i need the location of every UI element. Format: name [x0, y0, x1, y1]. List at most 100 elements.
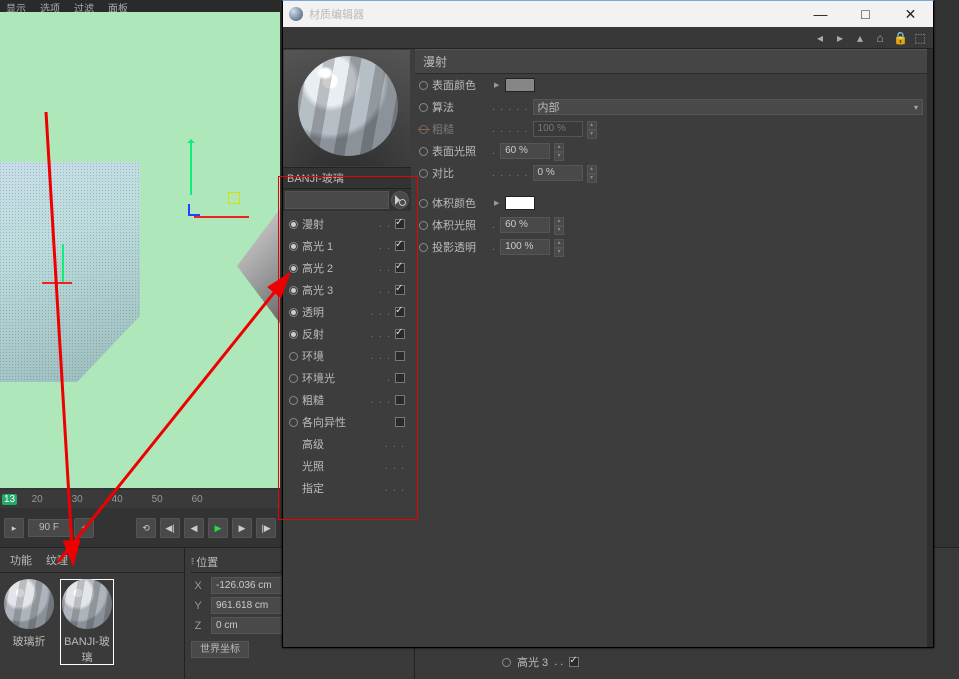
material-thumb[interactable]: BANJI-玻璃	[60, 579, 114, 665]
cube-icon[interactable]: ⬚	[913, 31, 927, 45]
checkbox[interactable]	[395, 329, 405, 339]
tag-search-input[interactable]	[285, 191, 389, 209]
mesh-object-part[interactable]	[237, 206, 280, 326]
tab-texture[interactable]: 纹理	[46, 552, 68, 568]
current-frame-marker[interactable]: 13	[2, 494, 17, 505]
nav-up-icon[interactable]: ▴	[853, 31, 867, 45]
spinner[interactable]: ▴▾	[587, 165, 597, 181]
spinner[interactable]: ▴▾	[554, 217, 564, 233]
radio-icon[interactable]	[419, 199, 428, 208]
checkbox[interactable]	[395, 417, 405, 427]
radio-icon[interactable]	[419, 81, 428, 90]
viewport[interactable]	[0, 12, 280, 488]
prev-frame-button[interactable]: ◀|	[160, 518, 180, 538]
menu-item[interactable]: 选项	[40, 0, 60, 12]
radio-icon[interactable]	[289, 264, 298, 273]
trailing-channel-row[interactable]: 高光 3 . .	[502, 654, 579, 670]
checkbox[interactable]	[395, 307, 405, 317]
radio-icon[interactable]	[419, 169, 428, 178]
next-frame-button[interactable]: |▶	[256, 518, 276, 538]
radio-icon[interactable]	[419, 147, 428, 156]
radio-icon[interactable]	[289, 220, 298, 229]
axis-x-icon[interactable]	[194, 216, 249, 218]
value-field[interactable]: 60 %	[500, 217, 550, 233]
spinner[interactable]: ▴▾	[554, 143, 564, 159]
arrow-right-icon[interactable]: ▶	[492, 81, 501, 89]
timeline-ruler[interactable]: 13 20 30 40 50 60	[0, 490, 280, 508]
color-swatch[interactable]	[505, 196, 535, 210]
editor-right-column: 漫射 表面颜色 ▶ 算法 . . . . . 内部 粗糙 . . . . . 1…	[411, 49, 927, 641]
material-name-field[interactable]: BANJI-玻璃	[283, 167, 411, 189]
window-titlebar[interactable]: 材质编辑器 — □ ✕	[283, 1, 933, 27]
play-button[interactable]: ▶	[208, 518, 228, 538]
channel-env[interactable]: 环境. . .	[283, 345, 411, 367]
channel-aniso[interactable]: 各向异性	[283, 411, 411, 433]
rewind-button[interactable]: ⟲	[136, 518, 156, 538]
algorithm-dropdown[interactable]: 内部	[533, 99, 923, 115]
axis-z-icon[interactable]	[188, 204, 200, 216]
radio-icon[interactable]	[502, 658, 511, 667]
channel-envlight[interactable]: 环境光.	[283, 367, 411, 389]
radio-icon[interactable]	[289, 286, 298, 295]
axis-y-icon[interactable]	[190, 140, 192, 195]
channel-spec1[interactable]: 高光 1. .	[283, 235, 411, 257]
radio-icon[interactable]	[289, 352, 298, 361]
arrow-right-icon[interactable]: ▶	[492, 199, 501, 207]
tab-function[interactable]: 功能	[10, 552, 32, 568]
radio-icon[interactable]	[289, 396, 298, 405]
channel-trans[interactable]: 透明. . .	[283, 301, 411, 323]
channel-adv[interactable]: 高级. . .	[283, 433, 411, 455]
checkbox[interactable]	[395, 351, 405, 361]
maximize-button[interactable]: □	[843, 1, 888, 27]
next-key-button[interactable]: +	[74, 518, 94, 538]
material-preview[interactable]	[284, 50, 410, 166]
checkbox[interactable]	[395, 263, 405, 273]
goto-start-button[interactable]: ▸	[4, 518, 24, 538]
picker-icon[interactable]	[391, 191, 409, 209]
end-frame-field[interactable]: 90 F	[28, 519, 70, 537]
channel-illum[interactable]: 光照. . .	[283, 455, 411, 477]
menu-item[interactable]: 过滤	[74, 0, 94, 12]
lock-icon[interactable]: 🔒	[893, 31, 907, 45]
checkbox[interactable]	[395, 285, 405, 295]
nav-fwd-icon[interactable]: ▸	[833, 31, 847, 45]
radio-icon[interactable]	[289, 242, 298, 251]
checkbox[interactable]	[395, 219, 405, 229]
radio-icon[interactable]	[419, 103, 428, 112]
nav-back-icon[interactable]: ◂	[813, 31, 827, 45]
plane-handle-icon[interactable]	[228, 192, 240, 204]
channel-refl[interactable]: 反射. . .	[283, 323, 411, 345]
material-thumb[interactable]: 玻璃折	[2, 579, 56, 665]
step-back-button[interactable]: ◀	[184, 518, 204, 538]
value-field[interactable]: 60 %	[500, 143, 550, 159]
value-field[interactable]: 0 %	[533, 165, 583, 181]
channel-diffuse[interactable]: 漫射. .	[283, 213, 411, 235]
step-fwd-button[interactable]: ▶	[232, 518, 252, 538]
channel-rough[interactable]: 粗糙. . .	[283, 389, 411, 411]
channel-assign[interactable]: 指定. . .	[283, 477, 411, 499]
checkbox[interactable]	[569, 657, 579, 667]
spinner[interactable]: ▴▾	[554, 239, 564, 255]
mesh-object[interactable]	[0, 162, 140, 382]
scrollbar[interactable]	[927, 49, 933, 647]
color-swatch[interactable]	[505, 78, 535, 92]
radio-icon[interactable]	[289, 330, 298, 339]
checkbox[interactable]	[395, 373, 405, 383]
radio-icon[interactable]	[289, 308, 298, 317]
close-button[interactable]: ✕	[888, 1, 933, 27]
home-icon[interactable]: ⌂	[873, 31, 887, 45]
radio-icon[interactable]	[419, 221, 428, 230]
radio-icon[interactable]	[289, 418, 298, 427]
checkbox[interactable]	[395, 395, 405, 405]
grip-icon: ፧፧	[191, 556, 192, 569]
channel-spec2[interactable]: 高光 2. .	[283, 257, 411, 279]
value-field[interactable]: 100 %	[500, 239, 550, 255]
minimize-button[interactable]: —	[798, 1, 843, 27]
radio-icon[interactable]	[419, 243, 428, 252]
menu-item[interactable]: 显示	[6, 0, 26, 12]
coord-mode-button[interactable]: 世界坐标	[191, 641, 249, 658]
menu-item[interactable]: 面板	[108, 0, 128, 12]
radio-icon[interactable]	[289, 374, 298, 383]
channel-spec3[interactable]: 高光 3. .	[283, 279, 411, 301]
checkbox[interactable]	[395, 241, 405, 251]
